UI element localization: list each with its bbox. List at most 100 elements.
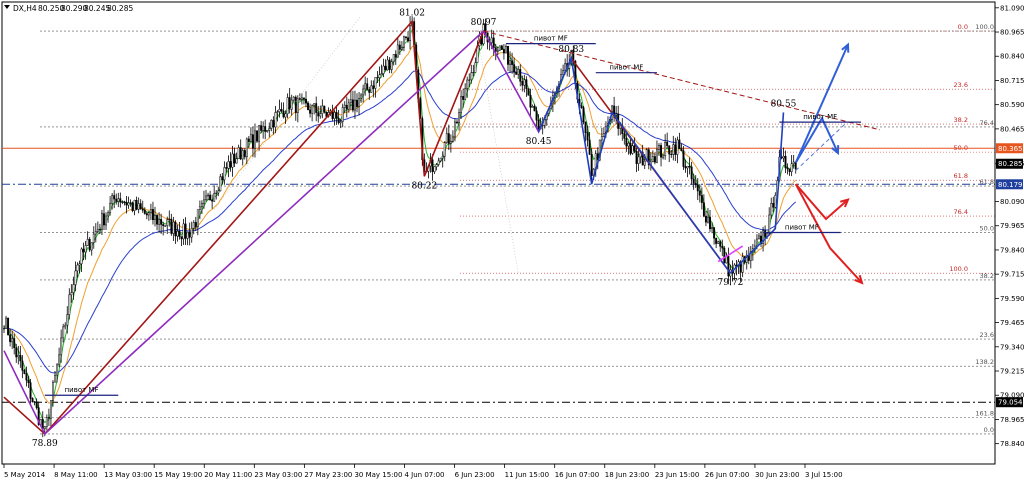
candle-body (662, 155, 665, 158)
candle-body (670, 153, 673, 155)
candle-body (66, 314, 69, 326)
candle-body (192, 222, 195, 229)
candle-body (98, 229, 101, 231)
candle-body (200, 202, 203, 208)
candle-body (690, 166, 693, 180)
candle-body (360, 94, 363, 99)
candle-body (702, 202, 705, 217)
fib-lower-label: 23.6 (980, 331, 994, 339)
fib-lower-label: 76.4 (980, 119, 994, 127)
candle-body (631, 145, 634, 154)
candle-body (384, 65, 387, 71)
candle-body (343, 104, 346, 108)
candle-body (625, 138, 628, 147)
fib-upper-label: 23.6 (954, 81, 968, 89)
candle-body (264, 126, 267, 132)
candle-body (723, 247, 726, 264)
candle-body (341, 107, 344, 122)
candle-body (72, 284, 75, 293)
candle-body (317, 112, 320, 117)
candle-body (351, 99, 354, 111)
candle-body (154, 215, 156, 221)
candle-body (70, 292, 73, 296)
candle-body (84, 245, 87, 253)
x-tick-label: 30 May 15:00 (354, 471, 402, 479)
candle-body (449, 141, 452, 144)
candle-body (474, 62, 477, 73)
candle-body (172, 221, 175, 234)
candle-body (507, 46, 509, 65)
candle-body (217, 190, 220, 194)
candle-body (472, 72, 475, 74)
candle-body (119, 198, 122, 203)
price-tag-label: 80.285 (998, 160, 1023, 168)
fib-upper-label: 0.0 (958, 23, 968, 31)
candle-body (394, 54, 397, 58)
candle-body (321, 105, 324, 114)
y-tick-label: 79.215 (1000, 368, 1024, 376)
pivot-label: пивот MF (65, 386, 99, 394)
candle-body (755, 238, 758, 247)
candle-body (378, 74, 381, 78)
candle-body (251, 134, 254, 149)
candle-body (176, 230, 179, 237)
candle-body (82, 248, 85, 253)
chart-symbol-title: DX,H4 (13, 4, 37, 13)
extreme-price-label: 80.22 (411, 181, 437, 191)
candle-body (282, 110, 285, 118)
pivot-label: пивот MF (609, 64, 643, 72)
candle-body (33, 401, 36, 403)
candle-body (470, 72, 473, 81)
candle-body (96, 229, 99, 232)
candle-body (323, 105, 326, 113)
candle-body (676, 139, 679, 155)
y-tick-label: 79.840 (1000, 246, 1024, 254)
candle-body (492, 37, 495, 48)
candle-body (127, 202, 130, 206)
candle-body (152, 209, 154, 221)
fib-lower-label: 61.8 (980, 178, 994, 186)
candle-body (637, 156, 640, 164)
candle-body (166, 219, 169, 226)
pivot-label: пивот MF (785, 224, 819, 232)
candle-body (668, 145, 671, 155)
candle-body (43, 426, 46, 430)
candle-body (717, 241, 720, 244)
chart-window: 0.0 23.6 38.2 50.0 61.8 76.4 100.0 100.0 76.4 61.… (0, 0, 1024, 482)
candle-body (704, 215, 707, 223)
candle-body (727, 256, 730, 277)
candle-body (168, 218, 171, 221)
candle-body (49, 400, 52, 419)
candle-body (462, 96, 465, 100)
candle-body (768, 214, 771, 234)
candle-body (207, 194, 210, 197)
candle-body (272, 119, 275, 128)
candle-body (188, 231, 191, 238)
candle-body (27, 379, 30, 383)
candle-body (123, 201, 126, 203)
candle-body (386, 59, 389, 71)
candle-body (600, 135, 603, 141)
candle-body (709, 216, 711, 230)
candle-body (237, 147, 240, 159)
fib-upper-label: 76.4 (954, 208, 968, 216)
candle-body (62, 326, 65, 339)
candle-body (435, 164, 438, 168)
x-tick-label: 15 May 19:00 (154, 471, 202, 479)
extreme-price-label: 80.83 (558, 45, 584, 55)
candle-body (682, 150, 685, 167)
candle-body (584, 121, 587, 133)
candle-body (256, 130, 258, 142)
candle-body (254, 130, 256, 149)
candle-body (111, 195, 114, 204)
candle-body (517, 69, 520, 75)
candle-body (623, 133, 626, 139)
candle-body (664, 141, 667, 157)
candle-body (635, 150, 638, 164)
y-tick-label: 79.965 (1000, 222, 1024, 230)
candle-body (35, 401, 38, 408)
candle-body (319, 113, 322, 117)
candle-body (774, 195, 777, 208)
y-tick-label: 78.840 (1000, 440, 1024, 448)
candle-body (292, 96, 295, 101)
